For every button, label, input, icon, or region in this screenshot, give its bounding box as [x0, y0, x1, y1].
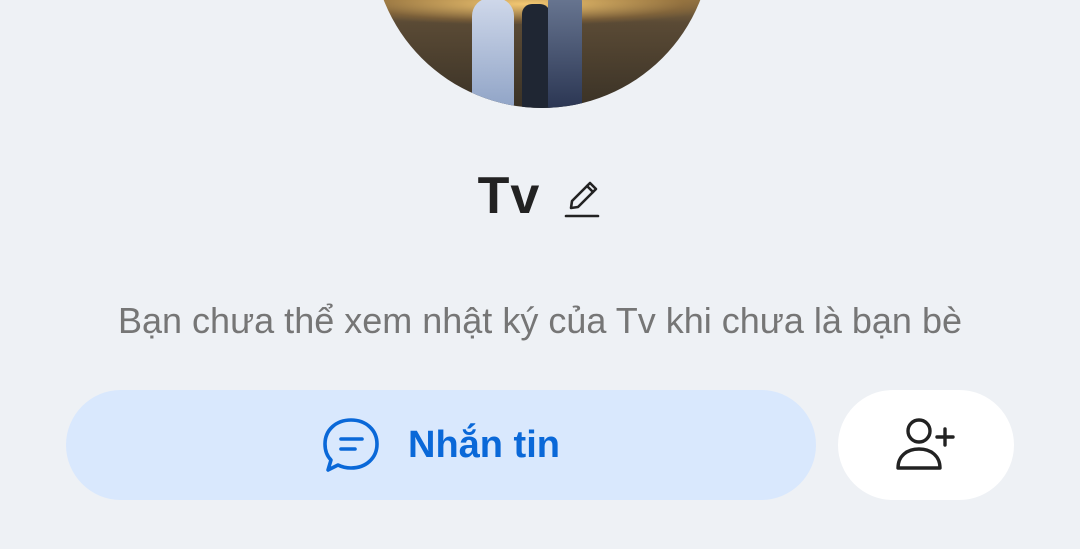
- profile-name: Tv: [477, 167, 541, 225]
- add-friend-icon: [896, 418, 955, 470]
- avatar-photo-figure: [548, 0, 582, 108]
- profile-name-row: Tv: [0, 166, 1080, 226]
- profile-avatar[interactable]: [372, 0, 712, 108]
- add-friend-button[interactable]: [838, 390, 1014, 500]
- avatar-photo-figure: [472, 0, 514, 108]
- send-message-button[interactable]: Nhắn tin: [66, 390, 816, 500]
- chat-bubble-icon: [323, 418, 379, 472]
- send-message-label: Nhắn tin: [408, 423, 560, 466]
- diary-restricted-notice: Bạn chưa thể xem nhật ký của Tv khi chưa…: [117, 300, 962, 341]
- pencil-edit-icon[interactable]: [562, 176, 602, 220]
- avatar-photo-figure: [522, 4, 550, 108]
